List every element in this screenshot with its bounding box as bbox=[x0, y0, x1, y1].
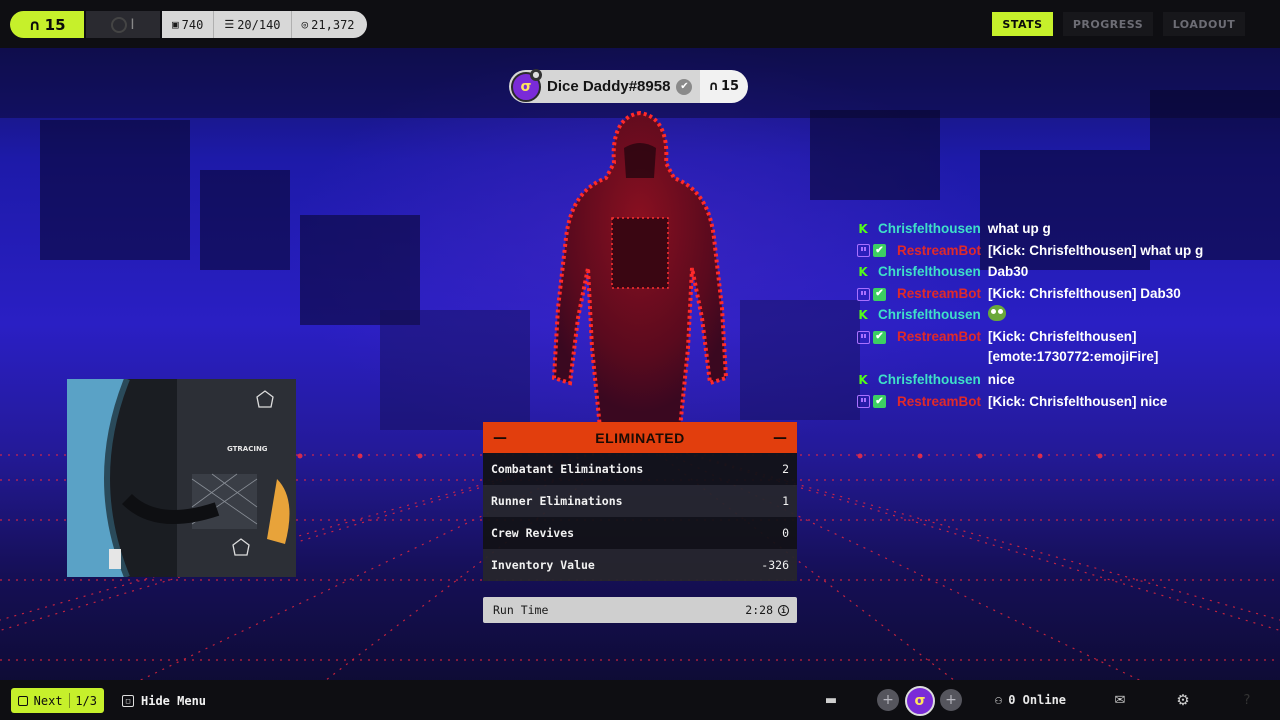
eliminated-title: ELIMINATED bbox=[595, 429, 685, 446]
add-party-member-left-icon[interactable]: + bbox=[877, 689, 899, 711]
stat-row: Crew Revives 0 bbox=[483, 517, 797, 549]
stat-row: Runner Eliminations 1 bbox=[483, 485, 797, 517]
chat-text: [Kick: Chrisfelthousen] Dab30 bbox=[988, 285, 1181, 301]
twitch-icon bbox=[857, 395, 870, 409]
currency-bar: ▣ 740 ☰ 20/140 ◎ 21,372 bbox=[162, 11, 367, 38]
chat-username: RestreamBot bbox=[897, 285, 982, 301]
kick-icon: K bbox=[858, 265, 868, 280]
bot-check-icon: ✔ bbox=[873, 244, 886, 258]
twitch-icon bbox=[857, 244, 870, 258]
tab-progress[interactable]: PROGRESS bbox=[1063, 12, 1153, 36]
webcam-overlay: GTRACING bbox=[67, 379, 296, 577]
stat-value: -326 bbox=[761, 558, 789, 572]
run-time-value: 2:28 bbox=[745, 603, 773, 617]
stat-row: Inventory Value -326 bbox=[483, 549, 797, 581]
help-icon[interactable]: ? bbox=[1238, 691, 1256, 709]
frog-emote-icon bbox=[987, 305, 1006, 322]
headset-icon: ∩ bbox=[708, 79, 719, 94]
player-name: Dice Daddy#8958 bbox=[547, 78, 671, 95]
chat-username: Chrisfelthousen bbox=[878, 221, 981, 236]
keyboard-key-icon bbox=[18, 695, 28, 706]
player-avatar: σ ● bbox=[511, 68, 542, 102]
run-time-label: Run Time bbox=[493, 603, 549, 617]
hide-menu-button[interactable]: □ Hide Menu bbox=[122, 688, 206, 713]
coin-icon: ◎ bbox=[301, 18, 309, 31]
tab-loadout[interactable]: LOADOUT bbox=[1163, 12, 1245, 36]
chat-username: RestreamBot bbox=[897, 393, 982, 409]
headset-icon: ∩ bbox=[28, 15, 41, 34]
chat-message: ✔ RestreamBot [Kick: Chrisfelthousen] wh… bbox=[857, 241, 1277, 263]
player-level: 15 bbox=[720, 79, 740, 94]
twitch-icon bbox=[857, 287, 870, 301]
crate-icon: ▣ bbox=[172, 18, 179, 31]
chat-icon[interactable]: ▬ bbox=[822, 691, 840, 709]
party-avatar[interactable]: σ bbox=[905, 686, 935, 716]
next-button[interactable]: Next 1/3 bbox=[11, 688, 104, 713]
chat-username: Chrisfelthousen bbox=[878, 307, 981, 323]
twitch-icon bbox=[857, 330, 870, 344]
eliminated-header: — ELIMINATED — bbox=[483, 422, 797, 453]
chat-text: [Kick: Chrisfelthousen] what up g bbox=[988, 242, 1204, 258]
bot-check-icon: ✔ bbox=[873, 287, 886, 301]
add-party-member-right-icon[interactable]: + bbox=[940, 689, 962, 711]
kick-icon: K bbox=[858, 372, 868, 387]
chat-message: ✔ RestreamBot [Kick: Chrisfelthousen] ni… bbox=[857, 392, 1277, 414]
bot-check-icon: ✔ bbox=[873, 395, 886, 409]
chat-text: [Kick: Chrisfelthousen] [emote:1730772:em… bbox=[988, 328, 1159, 365]
verified-icon: ✔ bbox=[676, 78, 693, 95]
player-character-model bbox=[551, 110, 729, 428]
kick-icon: K bbox=[858, 308, 868, 323]
chat-username: Chrisfelthousen bbox=[878, 371, 981, 387]
chat-username: RestreamBot bbox=[897, 242, 982, 258]
match-results-panel: — ELIMINATED — Combatant Eliminations 2 … bbox=[483, 422, 797, 581]
rank-ring-icon bbox=[111, 16, 128, 33]
kick-icon: K bbox=[858, 222, 868, 236]
chair-brand-text: GTRACING bbox=[227, 445, 268, 453]
next-page-indicator: 1/3 bbox=[75, 693, 97, 708]
chat-message: K Chrisfelthousen nice bbox=[857, 370, 1277, 392]
chat-text: Dab30 bbox=[987, 264, 1029, 280]
avatar-emblem-icon: σ bbox=[520, 78, 532, 95]
chat-message: K Chrisfelthousen Dab30 bbox=[857, 262, 1277, 284]
chat-message: K Chrisfelthousen what up g bbox=[857, 219, 1277, 241]
player-level-badge[interactable]: ∩ 15 bbox=[10, 11, 84, 38]
bot-check-icon: ✔ bbox=[873, 330, 886, 344]
stash-icon: ☰ bbox=[224, 18, 235, 31]
run-time-row[interactable]: Run Time 2:28 i bbox=[483, 597, 797, 623]
chat-message: ✔ RestreamBot [Kick: Chrisfelthousen] Da… bbox=[857, 284, 1277, 306]
stat-label: Inventory Value bbox=[491, 558, 595, 572]
chat-username: RestreamBot bbox=[897, 328, 982, 344]
header-dash-right-icon: — bbox=[772, 429, 787, 446]
rank-badge[interactable]: I bbox=[86, 11, 160, 38]
info-icon[interactable]: i bbox=[778, 604, 789, 616]
settings-gear-icon[interactable]: ⚙ bbox=[1174, 691, 1192, 709]
chat-text: nice bbox=[987, 371, 1015, 387]
avatar-badge-icon: ● bbox=[530, 68, 542, 81]
keyboard-key-icon: □ bbox=[122, 694, 134, 707]
chat-text: what up g bbox=[987, 221, 1051, 236]
chat-username: Chrisfelthousen bbox=[878, 264, 981, 280]
stat-value: 0 bbox=[782, 526, 789, 540]
friends-icon: ⚇ bbox=[995, 693, 1003, 707]
stat-label: Crew Revives bbox=[491, 526, 575, 540]
currency-credits[interactable]: ◎ 21,372 bbox=[292, 11, 367, 38]
stream-chat-overlay: K Chrisfelthousen what up g ✔ RestreamBo… bbox=[857, 219, 1277, 413]
chat-message: K Chrisfelthousen bbox=[857, 305, 1277, 327]
mail-icon[interactable]: ✉ bbox=[1111, 691, 1129, 709]
stat-label: Runner Eliminations bbox=[491, 494, 623, 508]
chat-message: ✔ RestreamBot [Kick: Chrisfelthousen] [em… bbox=[857, 327, 1277, 370]
stat-row: Combatant Eliminations 2 bbox=[483, 453, 797, 485]
stat-value: 1 bbox=[782, 494, 789, 508]
online-friends-button[interactable]: ⚇ 0 Online bbox=[995, 690, 1066, 710]
currency-stash[interactable]: ☰ 20/140 bbox=[214, 11, 292, 38]
header-dash-left-icon: — bbox=[493, 429, 507, 446]
currency-crates[interactable]: ▣ 740 bbox=[162, 11, 215, 38]
chat-text: [Kick: Chrisfelthousen] nice bbox=[988, 393, 1168, 409]
player-nameplate[interactable]: σ ● Dice Daddy#8958 ✔ ∩ 15 bbox=[509, 68, 749, 103]
tab-stats[interactable]: STATS bbox=[992, 12, 1053, 36]
stat-value: 2 bbox=[782, 462, 789, 476]
stat-label: Combatant Eliminations bbox=[491, 462, 644, 476]
